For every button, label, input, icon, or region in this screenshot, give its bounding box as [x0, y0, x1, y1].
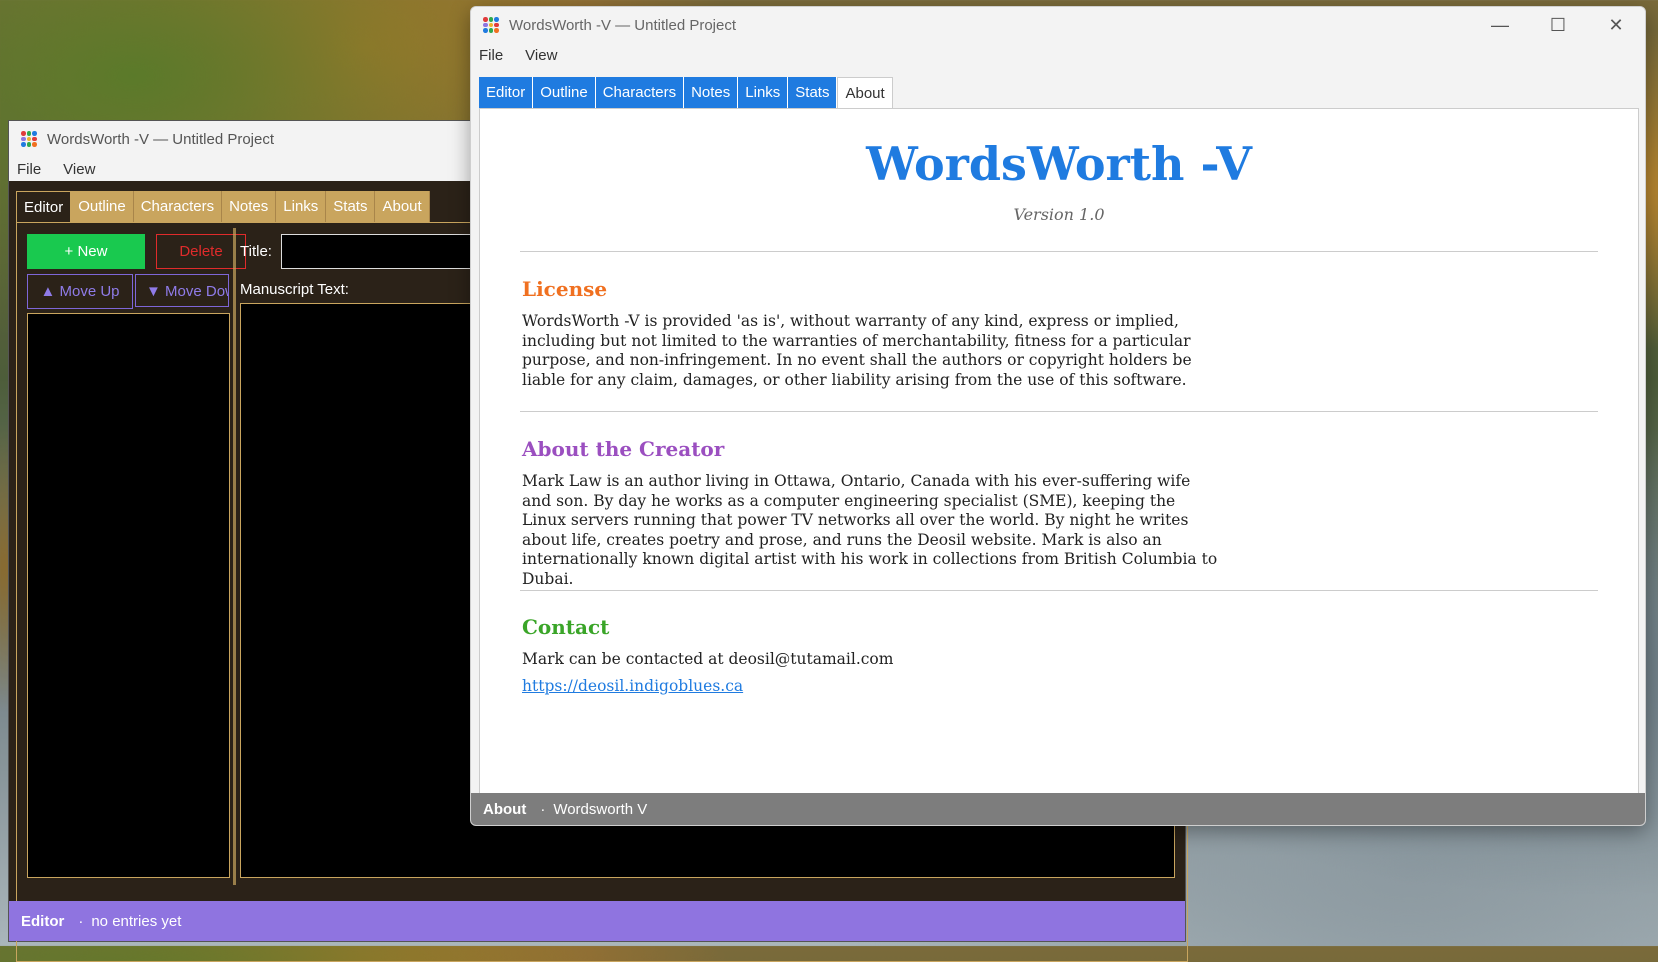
status-separator: ·	[540, 800, 546, 818]
front-statusbar: About · Wordsworth V	[471, 793, 1645, 825]
front-window-title: WordsWorth -V — Untitled Project	[509, 16, 737, 34]
app-logo-icon	[21, 131, 37, 147]
status-section: Editor	[21, 912, 65, 930]
close-icon[interactable]: ✕	[1587, 15, 1645, 36]
about-pane: WordsWorth -V Version 1.0 License WordsW…	[479, 108, 1639, 796]
window-controls: — ☐ ✕	[1471, 15, 1645, 36]
tab-stats[interactable]: Stats	[326, 191, 376, 222]
move-down-button[interactable]: ▼ Move Down	[135, 274, 229, 307]
tab-about[interactable]: About	[375, 191, 430, 222]
creator-text: Mark Law is an author living in Ottawa, …	[522, 472, 1218, 588]
creator-heading: About the Creator	[522, 437, 725, 461]
website-link[interactable]: https://deosil.indigoblues.ca	[522, 677, 743, 695]
menu-view[interactable]: View	[63, 161, 95, 178]
version-label: Version 1.0	[1013, 205, 1105, 224]
tab-stats[interactable]: Stats	[788, 77, 838, 108]
back-statusbar: Editor · no entries yet	[9, 901, 1185, 941]
contact-text: Mark can be contacted at deosil@tutamail…	[522, 650, 894, 668]
app-name-heading: WordsWorth -V	[866, 137, 1252, 191]
panel-splitter[interactable]	[233, 228, 236, 885]
tab-links[interactable]: Links	[738, 77, 789, 108]
contact-heading: Contact	[522, 615, 610, 639]
status-text: Wordsworth V	[553, 800, 648, 818]
tab-about[interactable]: About	[837, 77, 893, 110]
tab-characters[interactable]: Characters	[133, 191, 223, 222]
license-heading: License	[522, 277, 608, 301]
tab-notes[interactable]: Notes	[222, 191, 277, 222]
license-text: WordsWorth -V is provided 'as is', witho…	[522, 312, 1192, 389]
front-tabbar: Editor Outline Characters Notes Links St…	[479, 77, 893, 110]
tab-outline[interactable]: Outline	[533, 77, 596, 108]
status-text: no entries yet	[91, 912, 182, 930]
status-section: About	[483, 800, 527, 818]
tab-characters[interactable]: Characters	[595, 77, 685, 108]
entry-list[interactable]	[27, 313, 230, 878]
manuscript-label: Manuscript Text:	[240, 281, 349, 298]
tab-notes[interactable]: Notes	[684, 77, 739, 108]
status-separator: ·	[78, 912, 84, 930]
tab-outline[interactable]: Outline	[71, 191, 134, 222]
divider	[520, 590, 1598, 591]
front-menubar: File View	[471, 43, 1645, 67]
tab-editor[interactable]: Editor	[479, 77, 534, 108]
menu-view[interactable]: View	[525, 47, 557, 64]
back-window-title: WordsWorth -V — Untitled Project	[47, 130, 275, 148]
divider	[520, 251, 1598, 252]
back-tabbar: Editor Outline Characters Notes Links St…	[16, 191, 430, 223]
divider	[520, 411, 1598, 412]
maximize-icon[interactable]: ☐	[1529, 15, 1587, 36]
front-titlebar: WordsWorth -V — Untitled Project — ☐ ✕	[471, 7, 1645, 43]
tab-editor[interactable]: Editor	[16, 191, 72, 223]
title-label: Title:	[240, 243, 272, 260]
move-up-button[interactable]: ▲ Move Up	[27, 274, 133, 309]
menu-file[interactable]: File	[479, 47, 503, 64]
minimize-icon[interactable]: —	[1471, 15, 1529, 36]
tab-links[interactable]: Links	[276, 191, 327, 222]
menu-file[interactable]: File	[17, 161, 41, 178]
app-logo-icon	[483, 17, 499, 33]
new-button[interactable]: + New	[27, 234, 145, 269]
front-window: WordsWorth -V — Untitled Project — ☐ ✕ F…	[470, 6, 1646, 826]
